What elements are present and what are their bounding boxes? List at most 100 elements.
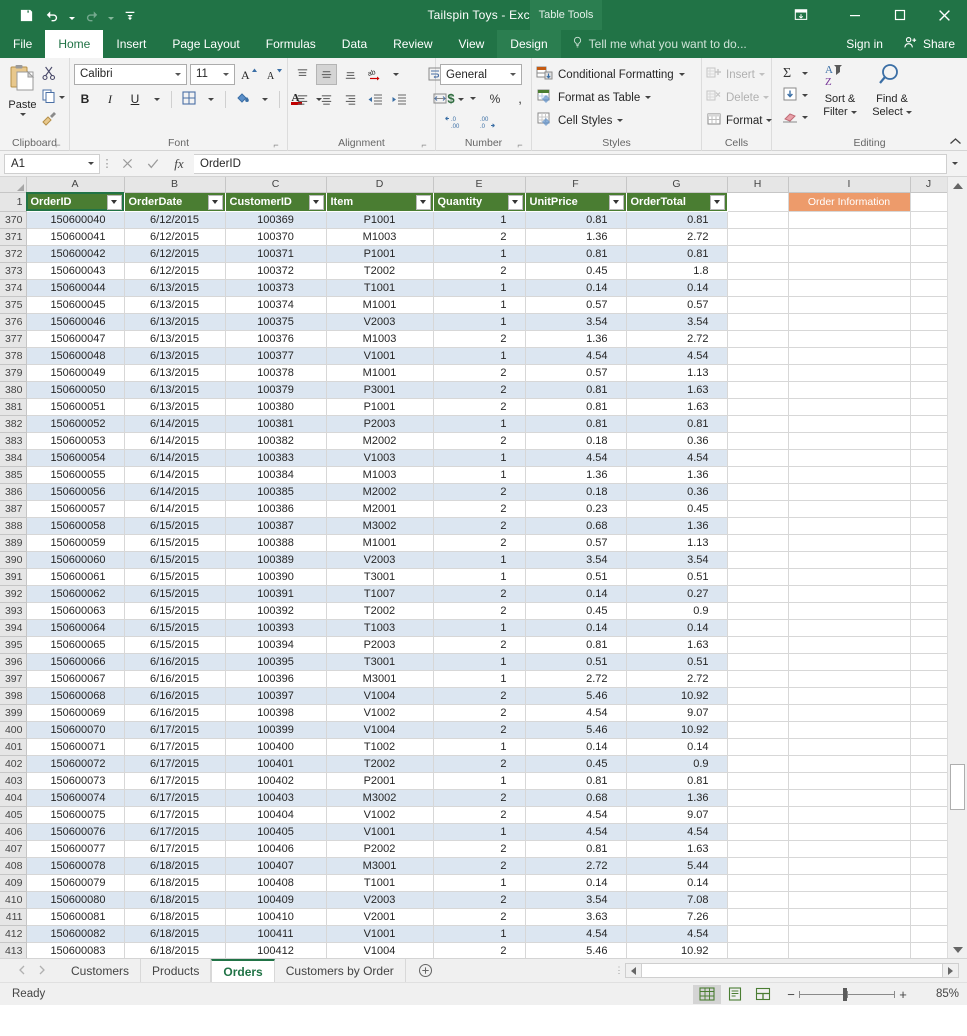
cell-H378[interactable]	[727, 347, 788, 364]
cell-D401[interactable]: T1002	[326, 738, 433, 755]
cell-H405[interactable]	[727, 806, 788, 823]
tab-formulas[interactable]: Formulas	[253, 30, 329, 58]
cell-I374[interactable]	[788, 279, 910, 296]
sheet-tab-products[interactable]: Products	[141, 959, 211, 982]
cell-C394[interactable]: 100393	[225, 619, 326, 636]
horizontal-scroll-thumb[interactable]	[641, 964, 943, 977]
cell-H397[interactable]	[727, 670, 788, 687]
cell-H1[interactable]	[727, 192, 788, 211]
cell-A389[interactable]: 150600059	[26, 534, 124, 551]
cell-A393[interactable]: 150600063	[26, 602, 124, 619]
sheet-tab-customers-by-order[interactable]: Customers by Order	[275, 959, 406, 982]
previous-sheet-icon[interactable]	[18, 965, 26, 977]
table-row[interactable]: 3901506000606/15/2015100389V200313.543.5…	[0, 551, 947, 568]
cell-G377[interactable]: 2.72	[626, 330, 727, 347]
table-row[interactable]: 4001506000706/17/2015100399V100425.4610.…	[0, 721, 947, 738]
table-row[interactable]: 4051506000756/17/2015100404V100224.549.0…	[0, 806, 947, 823]
cell-F386[interactable]: 0.18	[525, 483, 626, 500]
collapse-ribbon-icon[interactable]	[949, 137, 962, 149]
cell-C397[interactable]: 100396	[225, 670, 326, 687]
column-header-D[interactable]: D	[326, 177, 433, 192]
cell-C401[interactable]: 100400	[225, 738, 326, 755]
cell-G396[interactable]: 0.51	[626, 653, 727, 670]
decrease-font-size-button[interactable]: A	[263, 64, 285, 85]
cell-I385[interactable]	[788, 466, 910, 483]
table-row[interactable]: 3881506000586/15/2015100387M300220.681.3…	[0, 517, 947, 534]
cell-F397[interactable]: 2.72	[525, 670, 626, 687]
row-header-402[interactable]: 402	[0, 755, 26, 772]
cell-J406[interactable]	[910, 823, 947, 840]
filter-button-ordertotal[interactable]	[710, 195, 725, 210]
cell-C399[interactable]: 100398	[225, 704, 326, 721]
table-row[interactable]: 3921506000626/15/2015100391T100720.140.2…	[0, 585, 947, 602]
cell-E394[interactable]: 1	[433, 619, 525, 636]
cell-G380[interactable]: 1.63	[626, 381, 727, 398]
table-row[interactable]: 3731506000436/12/2015100372T200220.451.8	[0, 262, 947, 279]
filter-button-quantity[interactable]	[508, 195, 523, 210]
cell-A395[interactable]: 150600065	[26, 636, 124, 653]
table-row[interactable]: 3991506000696/16/2015100398V100224.549.0…	[0, 704, 947, 721]
table-row[interactable]: 3851506000556/14/2015100384M100311.361.3…	[0, 466, 947, 483]
cell-G412[interactable]: 4.54	[626, 925, 727, 942]
cell-B407[interactable]: 6/17/2015	[124, 840, 225, 857]
vertical-scrollbar[interactable]	[947, 177, 967, 958]
cell-E381[interactable]: 2	[433, 398, 525, 415]
cell-E383[interactable]: 2	[433, 432, 525, 449]
row-header-379[interactable]: 379	[0, 364, 26, 381]
cell-H401[interactable]	[727, 738, 788, 755]
cell-J395[interactable]	[910, 636, 947, 653]
cell-C376[interactable]: 100375	[225, 313, 326, 330]
cell-E387[interactable]: 2	[433, 500, 525, 517]
cell-G395[interactable]: 1.63	[626, 636, 727, 653]
cell-D379[interactable]: M1001	[326, 364, 433, 381]
cell-I396[interactable]	[788, 653, 910, 670]
zoom-in-button[interactable]: +	[895, 987, 911, 1002]
cell-E412[interactable]: 1	[433, 925, 525, 942]
cell-G408[interactable]: 5.44	[626, 857, 727, 874]
row-header-406[interactable]: 406	[0, 823, 26, 840]
cell-F391[interactable]: 0.51	[525, 568, 626, 585]
align-top-button[interactable]	[292, 64, 313, 85]
cell-E410[interactable]: 2	[433, 891, 525, 908]
row-header-403[interactable]: 403	[0, 772, 26, 789]
cell-H398[interactable]	[727, 687, 788, 704]
table-row[interactable]: 3711506000416/12/2015100370M100321.362.7…	[0, 228, 947, 245]
cell-J380[interactable]	[910, 381, 947, 398]
cell-A370[interactable]: 150600040	[26, 211, 124, 228]
font-dialog-launcher[interactable]: ⌐	[271, 140, 281, 150]
cell-A381[interactable]: 150600051	[26, 398, 124, 415]
cell-H410[interactable]	[727, 891, 788, 908]
cell-B374[interactable]: 6/13/2015	[124, 279, 225, 296]
cell-I370[interactable]	[788, 211, 910, 228]
next-sheet-icon[interactable]	[38, 965, 46, 977]
table-row[interactable]: 4021506000726/17/2015100401T200220.450.9	[0, 755, 947, 772]
cell-H387[interactable]	[727, 500, 788, 517]
tab-design[interactable]: Design	[497, 30, 560, 58]
cell-I379[interactable]	[788, 364, 910, 381]
filter-button-orderdate[interactable]	[208, 195, 223, 210]
decrease-indent-button[interactable]	[364, 89, 385, 110]
cell-B386[interactable]: 6/14/2015	[124, 483, 225, 500]
cell-B412[interactable]: 6/18/2015	[124, 925, 225, 942]
cell-D397[interactable]: M3001	[326, 670, 433, 687]
row-header-385[interactable]: 385	[0, 466, 26, 483]
row-header-377[interactable]: 377	[0, 330, 26, 347]
row-header-376[interactable]: 376	[0, 313, 26, 330]
cell-J387[interactable]	[910, 500, 947, 517]
cell-G403[interactable]: 0.81	[626, 772, 727, 789]
normal-view-icon[interactable]	[693, 985, 721, 1004]
cell-A391[interactable]: 150600061	[26, 568, 124, 585]
cell-J378[interactable]	[910, 347, 947, 364]
cell-C385[interactable]: 100384	[225, 466, 326, 483]
cell-H373[interactable]	[727, 262, 788, 279]
cell-I403[interactable]	[788, 772, 910, 789]
cell-B394[interactable]: 6/15/2015	[124, 619, 225, 636]
table-row[interactable]: 3811506000516/13/2015100380P100120.811.6…	[0, 398, 947, 415]
cell-B401[interactable]: 6/17/2015	[124, 738, 225, 755]
cell-E390[interactable]: 1	[433, 551, 525, 568]
cell-A402[interactable]: 150600072	[26, 755, 124, 772]
table-row[interactable]: 3741506000446/13/2015100373T100110.140.1…	[0, 279, 947, 296]
cell-G410[interactable]: 7.08	[626, 891, 727, 908]
cell-D371[interactable]: M1003	[326, 228, 433, 245]
percent-style-button[interactable]: %	[484, 88, 506, 109]
